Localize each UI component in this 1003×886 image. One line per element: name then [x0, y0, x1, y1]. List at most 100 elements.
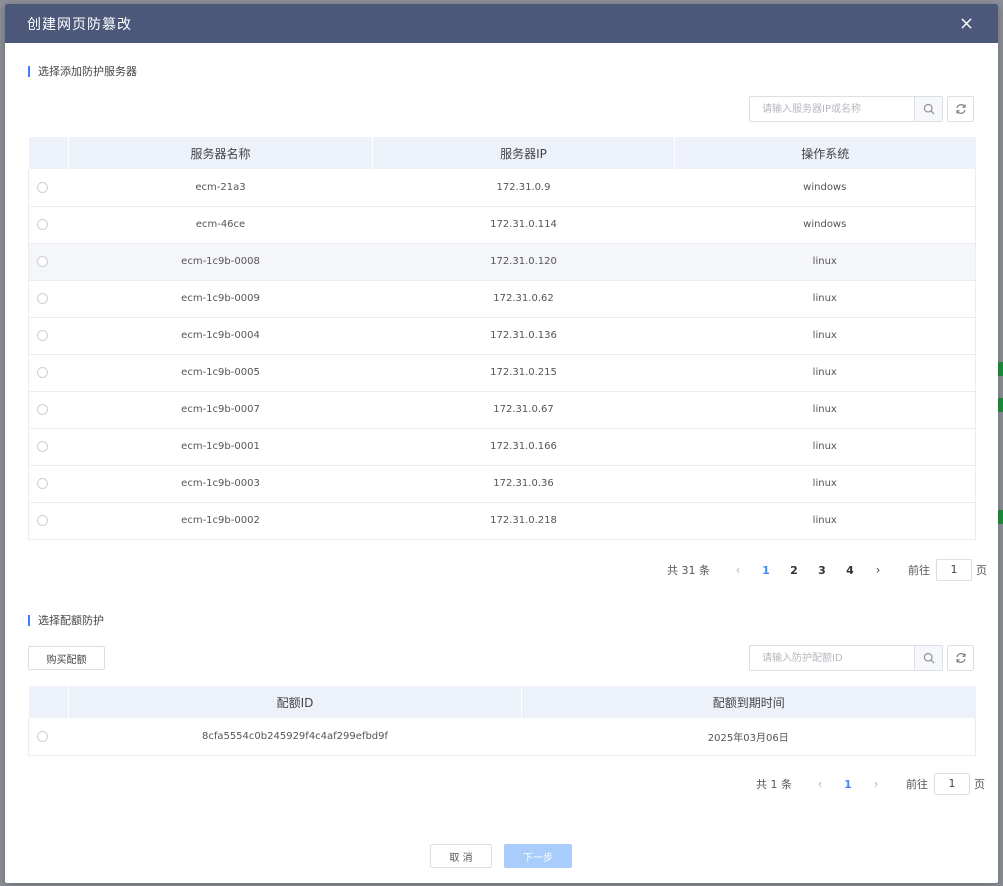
row-radio[interactable] — [37, 329, 48, 341]
page-number[interactable]: 1 — [752, 564, 780, 577]
row-select-cell — [28, 502, 69, 540]
row-select-cell — [28, 243, 69, 281]
next-page-icon[interactable]: › — [862, 777, 890, 791]
server-os-cell: linux — [674, 354, 976, 392]
page-number[interactable]: 4 — [836, 564, 864, 577]
row-radio[interactable] — [37, 477, 48, 489]
table-row[interactable]: 8cfa5554c0b245929f4c4af299efbd9f 2025年03… — [28, 718, 976, 756]
server-section-title: 选择添加防护服务器 — [28, 66, 137, 77]
row-select-cell — [28, 169, 69, 207]
goto-label: 前往 — [906, 778, 928, 791]
server-table-header: 服务器名称 服务器IP 操作系统 — [28, 137, 976, 169]
server-ip-cell: 172.31.0.114 — [372, 206, 675, 244]
table-row[interactable]: ecm-1c9b-0001 172.31.0.166 linux — [28, 428, 976, 466]
quota-id-cell: 8cfa5554c0b245929f4c4af299efbd9f — [68, 718, 522, 756]
server-ip-cell: 172.31.0.136 — [372, 317, 675, 355]
quota-section-title: 选择配额防护 — [28, 615, 104, 626]
quota-expire-cell: 2025年03月06日 — [521, 718, 976, 756]
column-header-quota-id: 配额ID — [68, 686, 522, 718]
server-os-cell: linux — [674, 391, 976, 429]
create-tamper-protection-dialog: 创建网页防篡改 选择添加防护服务器 请输入服务器IP或名称 服务器名称 服务器I… — [5, 4, 998, 883]
server-ip-cell: 172.31.0.36 — [372, 465, 675, 503]
row-radio[interactable] — [37, 181, 48, 193]
table-row[interactable]: ecm-1c9b-0005 172.31.0.215 linux — [28, 354, 976, 392]
server-ip-cell: 172.31.0.215 — [372, 354, 675, 392]
next-step-button[interactable]: 下一步 — [504, 844, 572, 868]
refresh-icon — [955, 104, 966, 114]
server-name-cell: ecm-1c9b-0001 — [68, 428, 373, 466]
next-page-icon[interactable]: › — [864, 563, 892, 577]
server-name-cell: ecm-1c9b-0002 — [68, 502, 373, 540]
server-search-input[interactable] — [750, 97, 914, 121]
row-select-cell — [28, 391, 69, 429]
table-row[interactable]: ecm-1c9b-0007 172.31.0.67 linux — [28, 391, 976, 429]
server-os-cell: linux — [674, 317, 976, 355]
row-select-cell — [28, 280, 69, 318]
server-ip-cell: 172.31.0.9 — [372, 169, 675, 207]
quota-refresh-button[interactable] — [947, 645, 974, 671]
server-name-cell: ecm-46ce — [68, 206, 373, 244]
row-radio[interactable] — [37, 514, 48, 526]
table-row[interactable]: ecm-46ce 172.31.0.114 windows — [28, 206, 976, 244]
server-ip-cell: 172.31.0.62 — [372, 280, 675, 318]
buy-quota-button[interactable]: 购买配额 — [28, 646, 105, 670]
server-os-cell: linux — [674, 280, 976, 318]
cancel-button[interactable]: 取 消 — [430, 844, 492, 868]
quota-search-box — [749, 645, 943, 671]
quota-search-input[interactable] — [750, 646, 914, 670]
server-name-cell: ecm-1c9b-0005 — [68, 354, 373, 392]
prev-page-icon[interactable]: ‹ — [806, 777, 834, 791]
pagination-total: 共 31 条 — [667, 564, 710, 577]
table-row[interactable]: ecm-1c9b-0009 172.31.0.62 linux — [28, 280, 976, 318]
quota-search-button[interactable] — [914, 646, 942, 670]
goto-page-input[interactable]: 1 — [934, 773, 970, 795]
close-button[interactable] — [956, 14, 976, 34]
row-select-cell — [28, 718, 69, 756]
server-search-button[interactable] — [914, 97, 942, 121]
table-row[interactable]: ecm-1c9b-0008 172.31.0.120 linux — [28, 243, 976, 281]
dialog-header: 创建网页防篡改 — [5, 4, 998, 43]
column-header-quota-expire: 配额到期时间 — [521, 686, 976, 718]
row-radio[interactable] — [37, 292, 48, 304]
server-name-cell: ecm-1c9b-0003 — [68, 465, 373, 503]
server-os-cell: linux — [674, 243, 976, 281]
quota-table-header: 配额ID 配额到期时间 — [28, 686, 976, 718]
table-row[interactable]: ecm-1c9b-0002 172.31.0.218 linux — [28, 502, 976, 540]
row-select-cell — [28, 206, 69, 244]
server-ip-cell: 172.31.0.166 — [372, 428, 675, 466]
server-table: 服务器名称 服务器IP 操作系统 ecm-21a3 172.31.0.9 win… — [28, 137, 976, 540]
header-radio-spacer — [28, 137, 69, 169]
server-ip-cell: 172.31.0.67 — [372, 391, 675, 429]
page-number[interactable]: 1 — [834, 778, 862, 791]
column-header-os: 操作系统 — [674, 137, 976, 169]
header-radio-spacer — [28, 686, 69, 718]
close-icon — [960, 18, 972, 29]
server-ip-cell: 172.31.0.218 — [372, 502, 675, 540]
table-row[interactable]: ecm-21a3 172.31.0.9 windows — [28, 169, 976, 207]
table-row[interactable]: ecm-1c9b-0004 172.31.0.136 linux — [28, 317, 976, 355]
column-header-server-name: 服务器名称 — [68, 137, 373, 169]
prev-page-icon[interactable]: ‹ — [724, 563, 752, 577]
row-select-cell — [28, 428, 69, 466]
server-search-box — [749, 96, 943, 122]
server-refresh-button[interactable] — [947, 96, 974, 122]
row-radio[interactable] — [37, 730, 48, 742]
page-suffix: 页 — [974, 778, 985, 791]
row-radio[interactable] — [37, 218, 48, 230]
goto-page-input[interactable]: 1 — [936, 559, 972, 581]
page-number[interactable]: 2 — [780, 564, 808, 577]
row-select-cell — [28, 354, 69, 392]
server-os-cell: linux — [674, 502, 976, 540]
row-radio[interactable] — [37, 255, 48, 267]
page-suffix: 页 — [976, 564, 987, 577]
server-name-cell: ecm-1c9b-0007 — [68, 391, 373, 429]
row-radio[interactable] — [37, 440, 48, 452]
row-radio[interactable] — [37, 366, 48, 378]
server-name-cell: ecm-1c9b-0008 — [68, 243, 373, 281]
goto-label: 前往 — [908, 564, 930, 577]
page-number[interactable]: 3 — [808, 564, 836, 577]
server-os-cell: linux — [674, 465, 976, 503]
row-radio[interactable] — [37, 403, 48, 415]
dialog-title: 创建网页防篡改 — [27, 16, 132, 33]
table-row[interactable]: ecm-1c9b-0003 172.31.0.36 linux — [28, 465, 976, 503]
